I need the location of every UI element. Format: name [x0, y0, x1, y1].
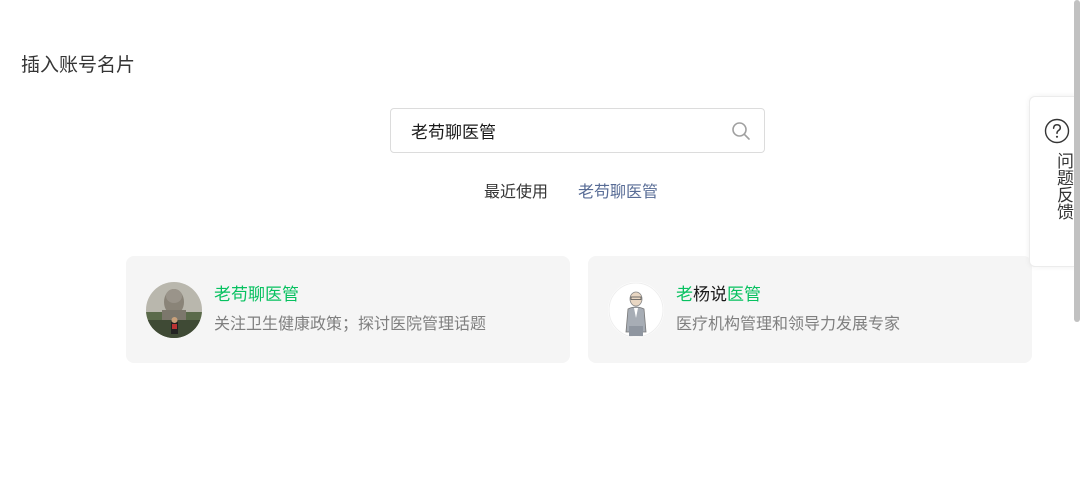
account-name-highlight: 老苟聊医管	[214, 285, 299, 305]
feedback-label: 问题反馈	[1053, 152, 1073, 220]
account-card[interactable]: 老苟聊医管 关注卫生健康政策；探讨医院管理话题	[126, 256, 570, 363]
question-circle-icon	[1044, 118, 1070, 144]
account-name: 老苟聊医管	[214, 283, 299, 307]
scrollbar[interactable]	[1074, 0, 1080, 322]
recent-usage-row: 最近使用 老苟聊医管	[484, 181, 658, 203]
account-name-highlight: 老	[676, 285, 693, 305]
account-name: 老杨说医管	[676, 283, 761, 307]
recent-item-account[interactable]: 老苟聊医管	[578, 181, 658, 203]
cartoon-person-avatar	[608, 282, 664, 338]
statue-photo-avatar	[146, 282, 202, 338]
search-icon[interactable]	[730, 120, 752, 142]
feedback-tab[interactable]: 问题反馈	[1029, 96, 1080, 267]
account-name-highlight: 医管	[727, 285, 761, 305]
recent-usage-label: 最近使用	[484, 182, 549, 201]
search-box[interactable]	[390, 108, 765, 153]
search-input[interactable]	[411, 109, 721, 152]
account-name-plain: 杨说	[693, 285, 727, 305]
account-card[interactable]: 老杨说医管 医疗机构管理和领导力发展专家	[588, 256, 1032, 363]
page-title: 插入账号名片	[21, 54, 136, 76]
account-description: 关注卫生健康政策；探讨医院管理话题	[214, 314, 487, 333]
insert-account-card-page: 插入账号名片 最近使用 老苟聊医管	[0, 0, 1080, 501]
account-description: 医疗机构管理和领导力发展专家	[676, 314, 901, 333]
